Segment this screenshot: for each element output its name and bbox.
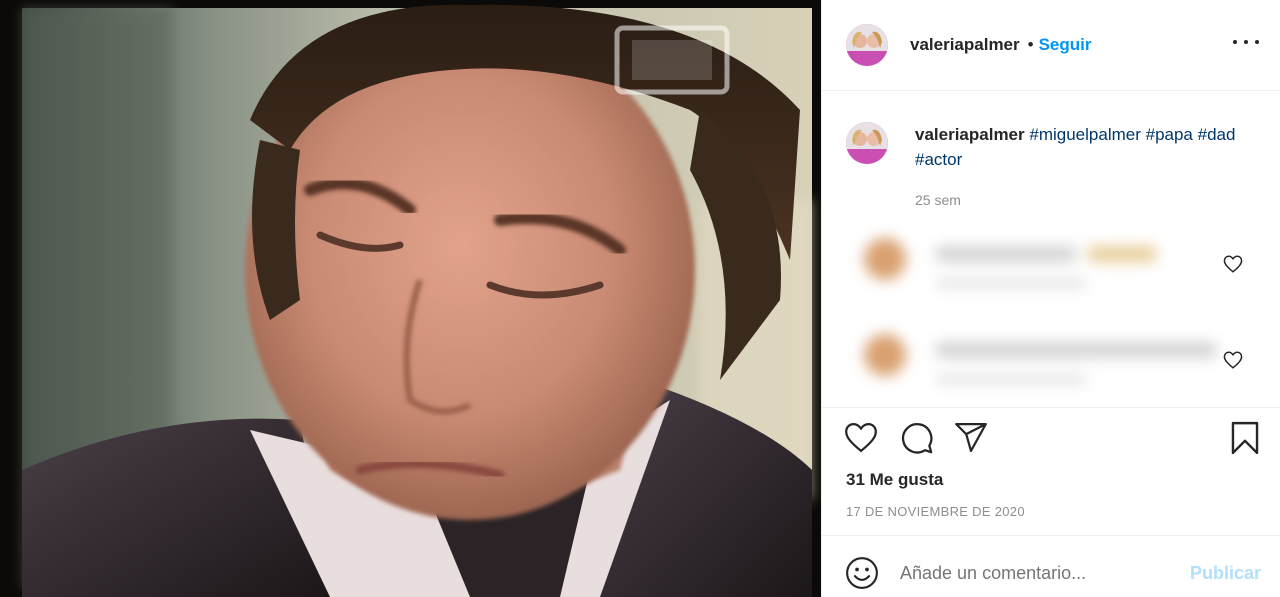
caption-username[interactable]: valeriapalmer bbox=[915, 125, 1025, 144]
blurred-comment bbox=[844, 220, 1209, 290]
post-caption: valeriapalmer #miguelpalmer #papa #dad #… bbox=[846, 122, 1266, 213]
post-photo[interactable] bbox=[0, 0, 821, 597]
comment-bubble-icon[interactable] bbox=[900, 421, 934, 455]
separator-dot: • bbox=[1027, 35, 1034, 54]
hashtag-link[interactable]: #dad bbox=[1198, 125, 1236, 144]
dot-icon bbox=[1244, 40, 1248, 44]
blurred-comment bbox=[844, 316, 1216, 386]
hashtag-link[interactable]: #miguelpalmer bbox=[1029, 125, 1141, 144]
post-date[interactable]: 17 DE NOVIEMBRE DE 2020 bbox=[846, 504, 1025, 519]
dot-icon bbox=[1255, 40, 1259, 44]
caption-time[interactable]: 25 sem bbox=[915, 188, 1245, 213]
more-options-icon[interactable] bbox=[1233, 30, 1259, 54]
post-image bbox=[0, 0, 821, 597]
comment-item bbox=[844, 316, 1264, 386]
caption-body: valeriapalmer #miguelpalmer #papa #dad #… bbox=[915, 122, 1245, 213]
comment-composer: Publicar bbox=[822, 535, 1280, 597]
heart-outline-icon[interactable] bbox=[1223, 351, 1243, 369]
smiley-face-icon[interactable] bbox=[845, 556, 879, 590]
comment-input[interactable] bbox=[900, 563, 1180, 584]
post-header: valeriapalmer • Seguir bbox=[822, 0, 1280, 91]
heart-outline-icon[interactable] bbox=[1223, 255, 1243, 273]
paper-plane-icon[interactable] bbox=[954, 422, 988, 453]
follow-button[interactable]: Seguir bbox=[1039, 35, 1092, 55]
heart-outline-icon[interactable] bbox=[844, 422, 878, 453]
hashtag-link[interactable]: #papa bbox=[1146, 125, 1193, 144]
bookmark-icon[interactable] bbox=[1230, 421, 1260, 455]
hashtag-link[interactable]: #actor bbox=[915, 150, 962, 169]
caption-avatar[interactable] bbox=[846, 122, 888, 164]
username-link[interactable]: valeriapalmer bbox=[910, 35, 1020, 55]
likes-count[interactable]: 31 Me gusta bbox=[846, 470, 943, 490]
dot-icon bbox=[1233, 40, 1237, 44]
publish-button[interactable]: Publicar bbox=[1190, 563, 1261, 584]
comment-item bbox=[844, 220, 1264, 290]
avatar[interactable] bbox=[846, 24, 888, 66]
post-side-panel: valeriapalmer • Seguir valeriapalmer #mi… bbox=[821, 0, 1280, 597]
